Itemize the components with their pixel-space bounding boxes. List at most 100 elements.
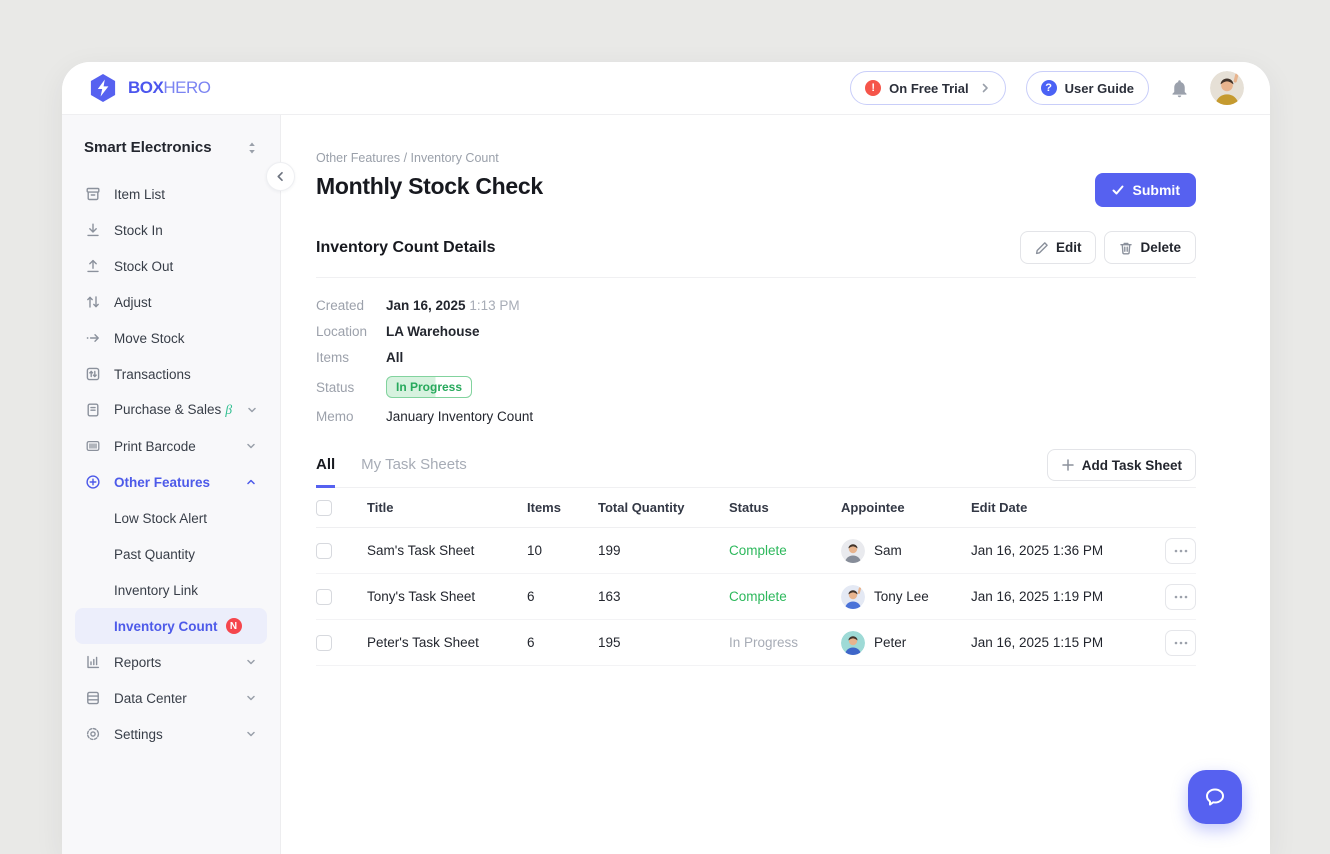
status-badge: In Progress bbox=[386, 376, 472, 398]
chevron-up-icon bbox=[244, 475, 258, 489]
notifications-button[interactable] bbox=[1169, 78, 1190, 99]
cell-status: Complete bbox=[729, 543, 841, 558]
move-arrow-icon bbox=[84, 330, 101, 347]
sidebar-item-transactions[interactable]: Transactions bbox=[75, 356, 267, 392]
user-guide-label: User Guide bbox=[1065, 81, 1134, 96]
sidebar-item-inventory-link[interactable]: Inventory Link bbox=[75, 572, 267, 608]
table-header: Title Items Total Quantity Status Appoin… bbox=[316, 488, 1196, 528]
boxhero-hexagon-icon bbox=[88, 73, 118, 103]
breadcrumb: Other Features / Inventory Count bbox=[316, 151, 1196, 165]
sidebar-item-label: Data Center bbox=[114, 691, 231, 706]
sidebar: Smart Electronics Item List Stock In Sto… bbox=[62, 115, 281, 854]
chevron-down-icon bbox=[244, 439, 258, 453]
sidebar-item-label: Adjust bbox=[114, 295, 258, 310]
details-heading: Inventory Count Details bbox=[316, 239, 496, 257]
team-name: Smart Electronics bbox=[84, 139, 212, 156]
sidebar-item-label: Other Features bbox=[114, 475, 231, 490]
cell-total-quantity: 195 bbox=[598, 635, 729, 650]
row-more-button[interactable] bbox=[1165, 538, 1196, 564]
row-checkbox[interactable] bbox=[316, 543, 332, 559]
header-edit-date: Edit Date bbox=[971, 500, 1162, 515]
breadcrumb-current[interactable]: Inventory Count bbox=[411, 151, 499, 165]
created-label: Created bbox=[316, 298, 386, 313]
submit-label: Submit bbox=[1133, 182, 1180, 198]
sidebar-item-move-stock[interactable]: Move Stock bbox=[75, 320, 267, 356]
adjust-arrows-icon bbox=[84, 294, 101, 311]
table-row[interactable]: Peter's Task Sheet 6 195 In Progress Pet… bbox=[316, 620, 1196, 666]
more-icon bbox=[1174, 595, 1188, 599]
boxhero-logo[interactable]: BOXHERO bbox=[88, 73, 210, 103]
header-total-quantity: Total Quantity bbox=[598, 500, 729, 515]
sidebar-item-stock-in[interactable]: Stock In bbox=[75, 212, 267, 248]
check-icon bbox=[1111, 183, 1125, 197]
cell-total-quantity: 199 bbox=[598, 543, 729, 558]
on-free-trial-button[interactable]: ! On Free Trial bbox=[850, 71, 1005, 105]
stock-out-icon bbox=[84, 258, 101, 275]
sidebar-collapse-button[interactable] bbox=[266, 162, 295, 191]
sidebar-item-reports[interactable]: Reports bbox=[75, 644, 267, 680]
plus-circle-icon bbox=[84, 474, 101, 491]
header-status: Status bbox=[729, 500, 841, 515]
document-icon bbox=[84, 402, 101, 419]
sidebar-item-item-list[interactable]: Item List bbox=[75, 176, 267, 212]
brand-box: BOX bbox=[128, 78, 163, 97]
bar-chart-icon bbox=[84, 654, 101, 671]
chevron-right-icon bbox=[979, 82, 991, 94]
row-checkbox[interactable] bbox=[316, 589, 332, 605]
chevron-down-icon bbox=[244, 727, 258, 741]
team-switcher[interactable]: Smart Electronics bbox=[75, 135, 267, 176]
cell-items: 10 bbox=[527, 543, 598, 558]
delete-button[interactable]: Delete bbox=[1104, 231, 1196, 264]
select-all-checkbox[interactable] bbox=[316, 500, 332, 516]
on-free-trial-label: On Free Trial bbox=[889, 81, 968, 96]
brand-text: BOXHERO bbox=[128, 78, 210, 98]
delete-label: Delete bbox=[1140, 240, 1181, 255]
sidebar-item-past-quantity[interactable]: Past Quantity bbox=[75, 536, 267, 572]
submit-button[interactable]: Submit bbox=[1095, 173, 1196, 207]
alert-icon: ! bbox=[865, 80, 881, 96]
row-checkbox[interactable] bbox=[316, 635, 332, 651]
tab-my-task-sheets[interactable]: My Task Sheets bbox=[361, 456, 467, 487]
sidebar-item-purchase-sales[interactable]: Purchase & Salesβ bbox=[75, 392, 267, 428]
team-sort-icon bbox=[245, 140, 259, 156]
transactions-icon bbox=[84, 366, 101, 383]
question-icon: ? bbox=[1041, 80, 1057, 96]
cell-edit-date: Jan 16, 2025 1:19 PM bbox=[971, 589, 1162, 604]
trash-icon bbox=[1119, 241, 1133, 255]
memo-label: Memo bbox=[316, 409, 386, 424]
edit-button[interactable]: Edit bbox=[1020, 231, 1097, 264]
sidebar-item-data-center[interactable]: Data Center bbox=[75, 680, 267, 716]
database-icon bbox=[84, 690, 101, 707]
task-sheet-tabs: All My Task Sheets Add Task Sheet bbox=[316, 456, 1196, 488]
sidebar-item-print-barcode[interactable]: Print Barcode bbox=[75, 428, 267, 464]
sidebar-item-label: Stock In bbox=[114, 223, 258, 238]
memo-value: January Inventory Count bbox=[386, 409, 533, 424]
divider bbox=[316, 277, 1196, 278]
user-avatar[interactable] bbox=[1210, 71, 1244, 105]
status-label: Status bbox=[316, 380, 386, 395]
beta-badge: β bbox=[225, 402, 232, 417]
sidebar-item-settings[interactable]: Settings bbox=[75, 716, 267, 752]
pencil-icon bbox=[1035, 241, 1049, 255]
created-time: 1:13 PM bbox=[469, 298, 519, 313]
cell-status: In Progress bbox=[729, 635, 841, 650]
row-more-button[interactable] bbox=[1165, 584, 1196, 610]
breadcrumb-parent[interactable]: Other Features bbox=[316, 151, 400, 165]
table-row[interactable]: Tony's Task Sheet 6 163 Complete Tony Le… bbox=[316, 574, 1196, 620]
add-task-sheet-button[interactable]: Add Task Sheet bbox=[1047, 449, 1196, 481]
sidebar-item-stock-out[interactable]: Stock Out bbox=[75, 248, 267, 284]
bell-icon bbox=[1169, 78, 1190, 99]
cell-total-quantity: 163 bbox=[598, 589, 729, 604]
box-icon bbox=[84, 186, 101, 203]
tab-all[interactable]: All bbox=[316, 456, 335, 488]
help-chat-button[interactable] bbox=[1188, 770, 1242, 824]
table-row[interactable]: Sam's Task Sheet 10 199 Complete Sam Jan… bbox=[316, 528, 1196, 574]
row-more-button[interactable] bbox=[1165, 630, 1196, 656]
sidebar-item-other-features[interactable]: Other Features bbox=[75, 464, 267, 500]
sidebar-item-low-stock-alert[interactable]: Low Stock Alert bbox=[75, 500, 267, 536]
sidebar-item-adjust[interactable]: Adjust bbox=[75, 284, 267, 320]
user-guide-button[interactable]: ? User Guide bbox=[1026, 71, 1149, 105]
sidebar-item-label: Print Barcode bbox=[114, 439, 231, 454]
sidebar-item-inventory-count[interactable]: Inventory Count N bbox=[75, 608, 267, 644]
new-badge: N bbox=[226, 618, 242, 634]
